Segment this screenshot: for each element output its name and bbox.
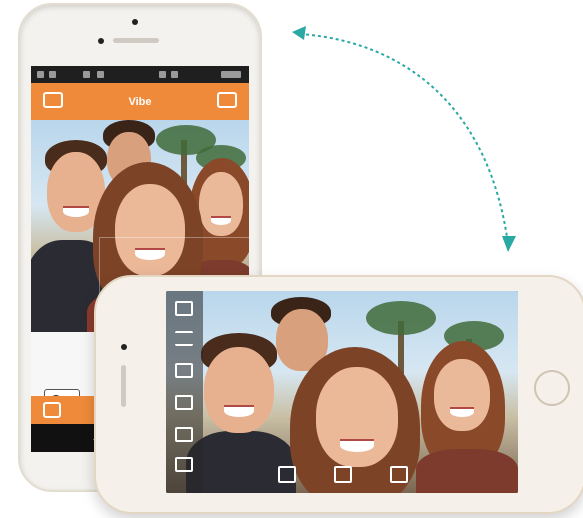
earpiece-speaker [113, 38, 159, 43]
app-header: Vibe [31, 83, 249, 120]
expand-icon[interactable] [334, 466, 352, 483]
app-title: Vibe [128, 95, 152, 108]
screen-icon[interactable] [175, 301, 193, 316]
side-toolbar [166, 291, 203, 493]
camera-icon[interactable] [217, 92, 237, 108]
earpiece-speaker [121, 365, 126, 407]
front-camera [132, 19, 138, 25]
horizontal-screen [166, 291, 518, 493]
split-view-icon[interactable] [175, 363, 193, 378]
status-bar [31, 66, 249, 83]
rotation-arrow [292, 26, 516, 252]
filter-icon[interactable] [175, 331, 193, 346]
front-camera [121, 344, 127, 350]
video-feed [166, 291, 518, 493]
door-icon[interactable] [175, 457, 193, 472]
sensor-dot [98, 38, 104, 44]
screen-icon[interactable] [43, 92, 63, 108]
screen-icon[interactable] [278, 466, 296, 483]
camera-icon[interactable] [175, 427, 193, 442]
split-view-icon[interactable] [175, 395, 193, 410]
door-icon[interactable] [43, 402, 61, 418]
horizontal-phone [94, 275, 583, 514]
home-button[interactable] [534, 370, 570, 406]
lock-icon[interactable] [390, 466, 408, 483]
